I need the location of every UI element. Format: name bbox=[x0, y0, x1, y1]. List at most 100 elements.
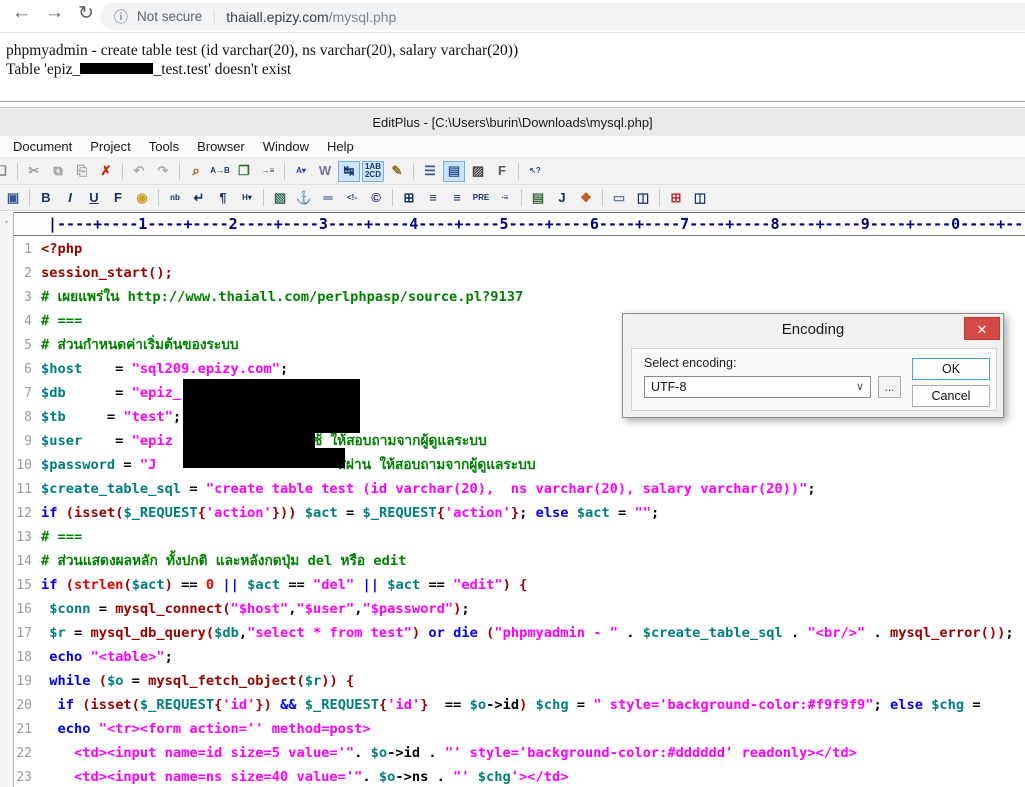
line-break-icon[interactable]: ↵ bbox=[188, 187, 210, 208]
cut-icon[interactable]: ✂ bbox=[23, 161, 45, 182]
toolbar-separator bbox=[518, 162, 519, 180]
toolbar-separator bbox=[602, 189, 603, 206]
code-line: 16 $conn = mysql_connect("$host","$user"… bbox=[0, 597, 1025, 621]
frame-icon[interactable]: ◫ bbox=[632, 187, 654, 208]
toolbar-separator bbox=[413, 162, 414, 180]
info-icon[interactable]: ⓘ bbox=[114, 7, 128, 27]
output-window-icon[interactable]: ▨ bbox=[467, 161, 489, 182]
font-tag-icon[interactable]: F bbox=[107, 187, 129, 208]
windows-icon[interactable]: ⊞ bbox=[665, 187, 687, 208]
copy-selection-icon[interactable]: ❐ bbox=[233, 161, 255, 182]
code-line: 1 <?php bbox=[0, 237, 1025, 261]
toolbar-separator bbox=[17, 162, 18, 180]
pre-icon[interactable]: PRE bbox=[470, 187, 492, 208]
function-list-icon[interactable]: F bbox=[491, 161, 513, 182]
close-icon[interactable]: ✕ bbox=[964, 317, 1000, 340]
replace-icon[interactable]: A→B bbox=[209, 161, 231, 182]
line-number-icon[interactable]: 1AB 2CD bbox=[362, 160, 384, 182]
folder-icon[interactable]: ▭ bbox=[608, 187, 630, 208]
redo-icon[interactable]: ↷ bbox=[152, 161, 174, 182]
window-title: EditPlus - [C:\Users\burin\Downloads\mys… bbox=[0, 107, 1025, 136]
comment-icon[interactable]: <!- bbox=[341, 187, 363, 208]
char-entity-icon[interactable]: © bbox=[365, 187, 387, 208]
word-wrap-icon[interactable]: W bbox=[314, 161, 336, 182]
code-line: 9 $user = "epiz ช้ ให้สอบถามจากผู้ดูแลระบ… bbox=[0, 429, 1025, 453]
goto-line-icon[interactable]: →≡ bbox=[257, 161, 279, 182]
list-icon[interactable]: ∙≡ bbox=[494, 187, 516, 208]
bold-icon[interactable]: B bbox=[35, 187, 57, 208]
java-applet-icon[interactable]: J bbox=[551, 187, 573, 208]
dialog-group-box: Select encoding: UTF-8 ∨ ... OK Cancel bbox=[631, 348, 997, 411]
heading-icon[interactable]: H▾ bbox=[236, 187, 258, 208]
toolbar-separator bbox=[122, 162, 123, 180]
paste-icon[interactable]: ⎘ bbox=[71, 161, 93, 182]
page-line2: Table 'epiz_ _test.test' doesn't exist bbox=[6, 61, 292, 78]
toolbar-separator bbox=[179, 162, 180, 180]
paragraph-icon[interactable]: ¶ bbox=[212, 187, 234, 208]
align-right-icon[interactable]: ≡ bbox=[446, 187, 468, 208]
cancel-button[interactable]: Cancel bbox=[912, 385, 990, 407]
encoding-select[interactable]: UTF-8 ∨ bbox=[644, 376, 871, 398]
code-line: 19 while ($o = mysql_fetch_object($r)) { bbox=[0, 669, 1025, 693]
image-icon[interactable]: ▧ bbox=[269, 187, 291, 208]
column-ruler: |----+----1----+----2----+----3----+----… bbox=[0, 212, 1025, 236]
split-frame-icon[interactable]: ◫ bbox=[689, 187, 711, 208]
menu-browser[interactable]: Browser bbox=[188, 139, 254, 154]
context-help-icon[interactable]: ↖? bbox=[524, 161, 546, 182]
chevron-down-icon: ∨ bbox=[855, 381, 864, 393]
panel-toggle-icon[interactable]: ˇ bbox=[0, 220, 13, 230]
redaction-box bbox=[183, 379, 360, 433]
document-list-icon[interactable]: ☰ bbox=[419, 161, 441, 182]
auto-indent-icon[interactable]: ↹ bbox=[338, 160, 360, 182]
side-panel-strip: ˇ bbox=[0, 212, 14, 787]
code-line: 23 <td><input name=ns size=40 value='". … bbox=[0, 765, 1025, 787]
code-line: 11 $create_table_sql = "create table test… bbox=[0, 477, 1025, 501]
menu-help[interactable]: Help bbox=[318, 139, 363, 154]
toolbar-separator bbox=[392, 189, 393, 206]
nonbreaking-space-icon[interactable]: nb bbox=[164, 187, 186, 208]
address-divider: | bbox=[212, 8, 217, 25]
new-document-icon[interactable]: ❏ bbox=[0, 161, 12, 182]
ok-button[interactable]: OK bbox=[912, 358, 990, 380]
redaction-box bbox=[183, 448, 345, 468]
font-icon[interactable]: A▾ bbox=[290, 161, 312, 182]
script-icon[interactable]: ▤ bbox=[527, 187, 549, 208]
underline-icon[interactable]: U bbox=[83, 187, 105, 208]
browse-button[interactable]: ... bbox=[878, 376, 901, 398]
menu-window[interactable]: Window bbox=[254, 139, 318, 154]
menu-document[interactable]: Document bbox=[4, 139, 81, 154]
browser-preview-icon[interactable]: ▣ bbox=[2, 187, 24, 208]
code-line: 13 # === bbox=[0, 525, 1025, 549]
copy-icon[interactable]: ⧉ bbox=[47, 161, 69, 182]
code-line: 10 $password = "J สผ่าน ให้สอบถามจากผู้ดู… bbox=[0, 453, 1025, 477]
code-line: 22 <td><input name=id size=5 value='". $… bbox=[0, 741, 1025, 765]
not-secure-label: Not secure bbox=[137, 9, 203, 24]
toolbar-separator bbox=[659, 189, 660, 206]
menu-project[interactable]: Project bbox=[81, 139, 139, 154]
back-icon[interactable]: ← bbox=[12, 2, 31, 24]
hr-icon[interactable]: ═ bbox=[317, 187, 339, 208]
color-icon[interactable]: ◉ bbox=[131, 187, 153, 208]
select-encoding-label: Select encoding: bbox=[644, 356, 737, 370]
cliptext-icon[interactable]: ✎ bbox=[386, 161, 408, 182]
code-line: 15 if (strlen($act) == 0 || $act == "del"… bbox=[0, 573, 1025, 597]
table-icon[interactable]: ⊞ bbox=[398, 187, 420, 208]
anchor-icon[interactable]: ⚓ bbox=[293, 187, 315, 208]
code-line: 17 $r = mysql_db_query($db,"select * fro… bbox=[0, 621, 1025, 645]
delete-icon[interactable]: ✗ bbox=[95, 161, 117, 182]
object-icon[interactable]: ❖ bbox=[575, 187, 597, 208]
menu-tools[interactable]: Tools bbox=[140, 139, 188, 154]
reload-icon[interactable]: ↻ bbox=[78, 2, 94, 25]
redaction-box bbox=[183, 427, 315, 448]
code-line: 20 if (isset($_REQUEST{'id'}) && $_REQUE… bbox=[0, 693, 1025, 717]
address-bar[interactable]: ⓘ Not secure | thaiall.epizy.com/mysql.p… bbox=[100, 3, 1025, 30]
align-center-icon[interactable]: ≡ bbox=[422, 187, 444, 208]
italic-icon[interactable]: I bbox=[59, 187, 81, 208]
toolbar-separator bbox=[521, 189, 522, 206]
menu-bar: Document Project Tools Browser Window Help bbox=[0, 136, 1025, 158]
sidebar-window-icon[interactable]: ▤ bbox=[443, 160, 465, 182]
undo-icon[interactable]: ↶ bbox=[128, 161, 150, 182]
find-icon[interactable]: ⌕ bbox=[185, 161, 207, 182]
url-host: thaiall.epizy.com bbox=[226, 8, 329, 25]
forward-icon[interactable]: → bbox=[45, 2, 64, 24]
